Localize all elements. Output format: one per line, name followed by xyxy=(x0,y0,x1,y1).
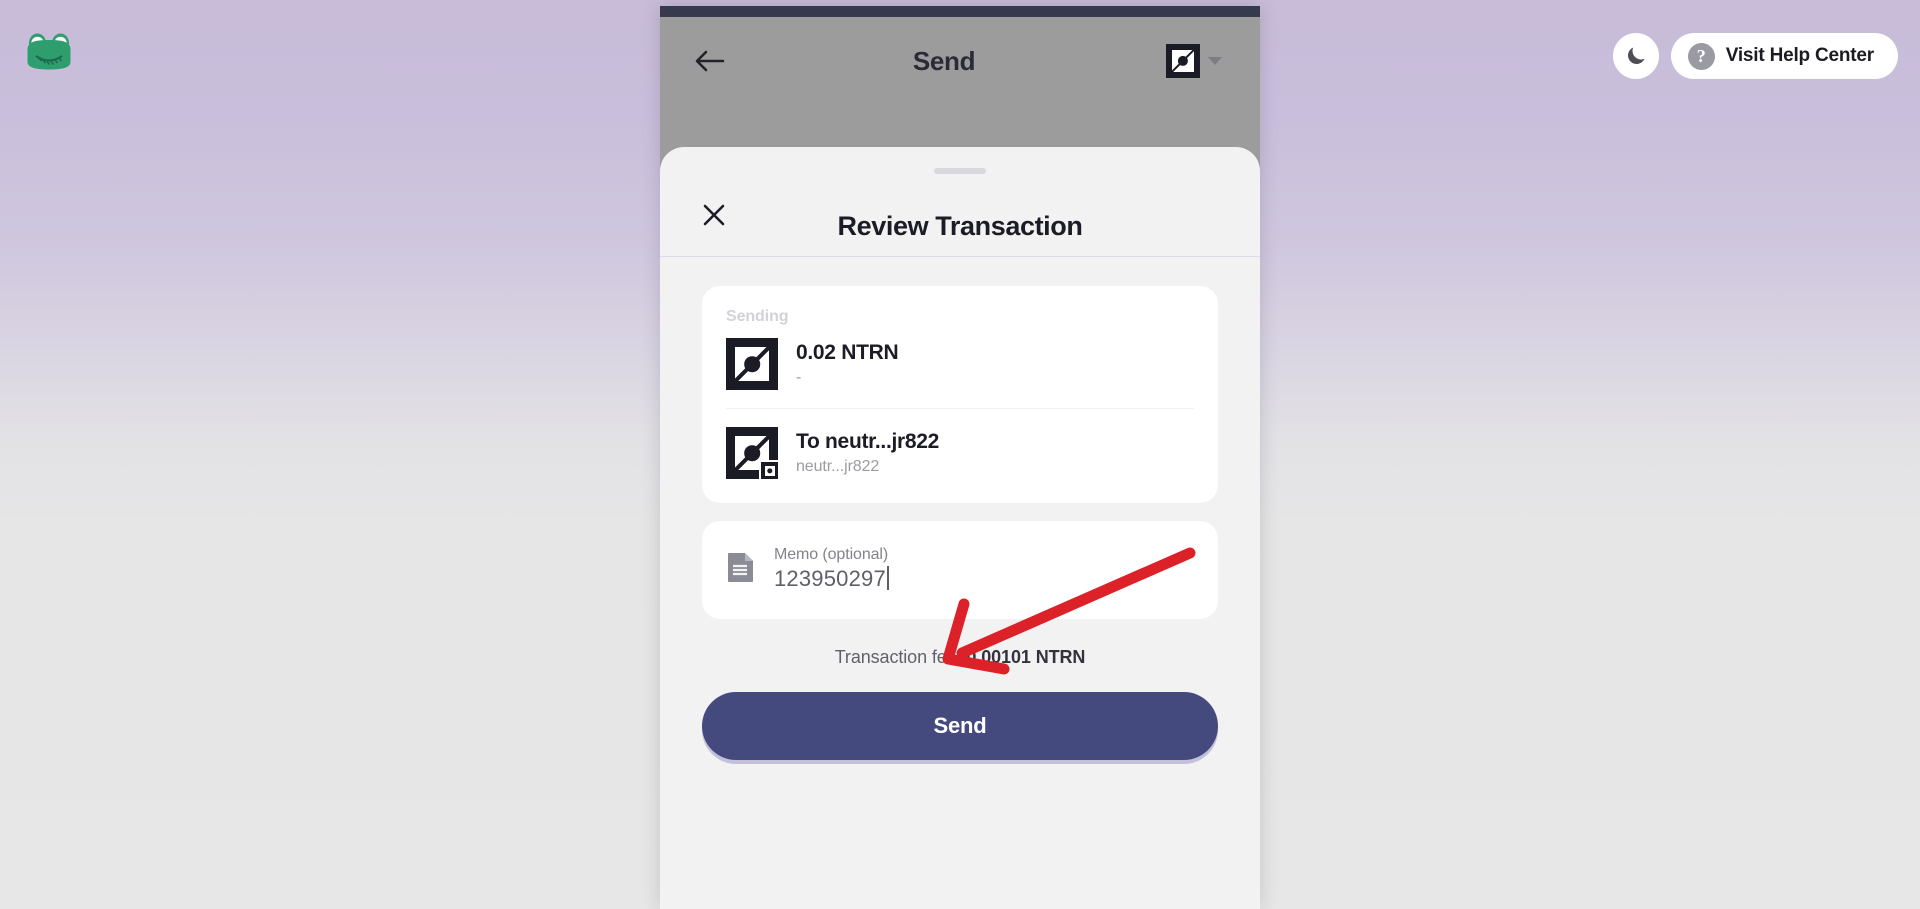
frog-logo-icon xyxy=(27,33,71,70)
amount-text: 0.02 NTRN - xyxy=(796,341,899,387)
chevron-down-icon xyxy=(1208,57,1222,65)
memo-field[interactable]: Memo (optional) 123950297 xyxy=(702,521,1218,619)
frog-logo[interactable] xyxy=(26,32,72,70)
wallet-panel: Send Review Transaction Sending 0.02 NTR… xyxy=(660,6,1260,909)
sending-label: Sending xyxy=(726,308,789,325)
send-page-title: Send xyxy=(912,45,976,76)
send-page-header: Send xyxy=(660,17,1260,105)
fee-label: Transaction fee: xyxy=(834,647,962,667)
theme-toggle-button[interactable] xyxy=(1612,33,1659,79)
amount-value: 0.02 NTRN xyxy=(796,341,899,365)
question-mark-circle-icon: ? xyxy=(1687,42,1715,70)
moon-icon xyxy=(1627,47,1645,64)
recipient-address: neutr...jr822 xyxy=(796,457,880,475)
document-icon xyxy=(726,551,756,588)
sheet-header: Review Transaction xyxy=(660,147,1260,257)
sheet-title: Review Transaction xyxy=(837,210,1083,241)
ntrn-token-icon xyxy=(1166,44,1200,78)
memo-input-value: 123950297 xyxy=(774,566,886,591)
top-right-controls: ? Visit Help Center xyxy=(1612,33,1898,79)
back-button[interactable] xyxy=(690,41,730,81)
arrow-left-icon xyxy=(695,50,725,72)
token-selector[interactable] xyxy=(1158,38,1230,84)
amount-row: 0.02 NTRN - xyxy=(726,338,1194,408)
fee-value: 0.00101 NTRN xyxy=(966,647,1086,667)
recipient-name: To neutr...jr822 xyxy=(796,430,940,454)
ntrn-address-avatar-icon xyxy=(726,427,780,481)
close-x-icon xyxy=(703,204,725,226)
close-button[interactable] xyxy=(696,197,732,233)
sheet-body: Sending 0.02 NTRN - To neutr...jr822 neu… xyxy=(660,257,1260,760)
sending-card: Sending 0.02 NTRN - To neutr...jr822 neu… xyxy=(702,286,1218,503)
ntrn-token-icon xyxy=(726,338,778,390)
memo-text-group: Memo (optional) 123950297 xyxy=(774,546,889,592)
panel-top-strip xyxy=(660,6,1260,17)
send-button[interactable]: Send xyxy=(702,692,1218,760)
help-button-label: Visit Help Center xyxy=(1725,45,1874,66)
transaction-fee: Transaction fee: 0.00101 NTRN xyxy=(702,647,1218,668)
text-cursor xyxy=(886,566,889,590)
memo-input[interactable]: 123950297 xyxy=(774,566,889,592)
amount-fiat-value: - xyxy=(796,368,802,386)
recipient-row: To neutr...jr822 neutr...jr822 xyxy=(726,408,1194,483)
memo-label: Memo (optional) xyxy=(774,546,889,563)
review-transaction-sheet: Review Transaction Sending 0.02 NTRN - T… xyxy=(660,147,1260,909)
visit-help-center-button[interactable]: ? Visit Help Center xyxy=(1670,33,1898,79)
recipient-text: To neutr...jr822 neutr...jr822 xyxy=(796,430,939,476)
